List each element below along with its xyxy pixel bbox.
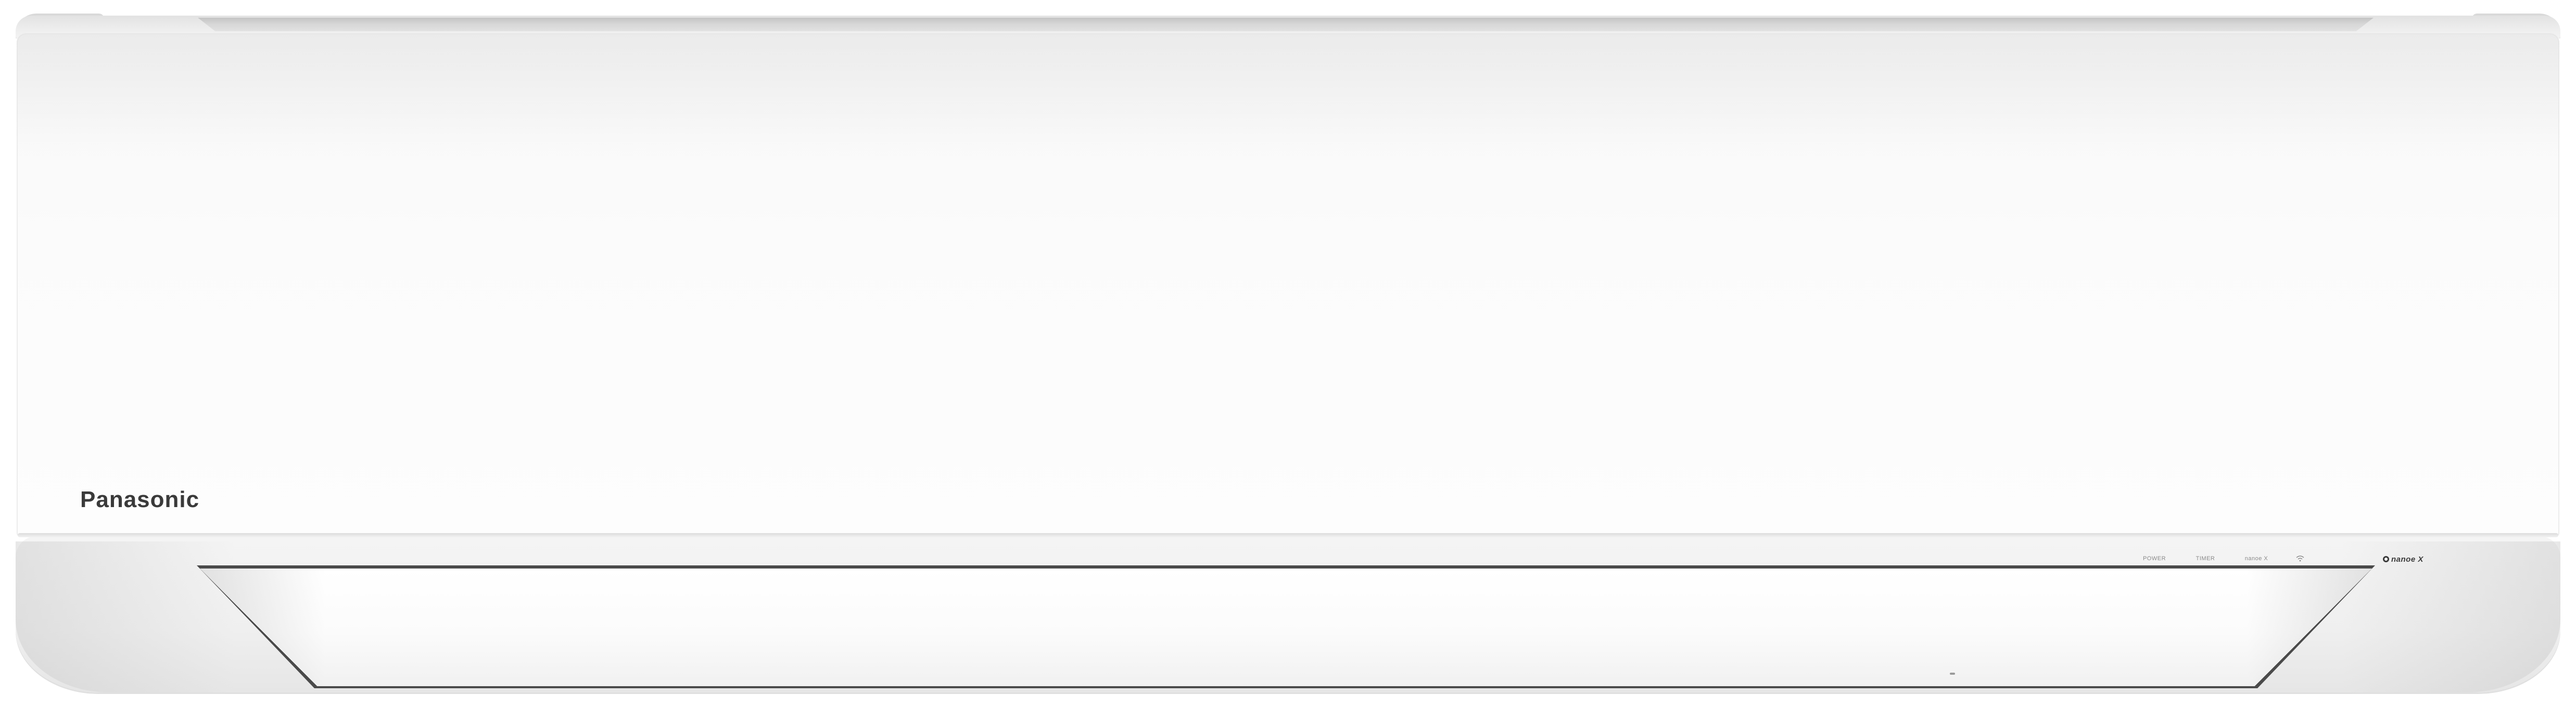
nanoe-icon — [2383, 556, 2389, 562]
lower-body-left-shade — [16, 541, 234, 692]
power-indicator: POWER — [2142, 556, 2166, 562]
nanoe-badge-text: nanoe X — [2391, 554, 2423, 564]
front-panel-sheen — [17, 33, 2559, 148]
wifi-icon — [2296, 556, 2304, 562]
air-outlet-louver — [200, 569, 2372, 686]
indicator-strip: POWER TIMER nanoe X — [2129, 551, 2318, 566]
receiver-sensor — [1950, 673, 1955, 675]
nanoe-x-badge: nanoe X — [2383, 553, 2423, 565]
nanoe-x-indicator: nanoe X — [2244, 556, 2268, 562]
timer-indicator: TIMER — [2196, 556, 2215, 562]
brand-logo: Panasonic — [80, 487, 200, 512]
top-air-intake-grille — [198, 18, 2374, 31]
wifi-indicator — [2282, 551, 2318, 566]
lower-body-right-shade — [2342, 541, 2560, 692]
panel-seam — [18, 533, 2558, 537]
front-panel — [17, 33, 2559, 536]
air-conditioner-indoor-unit: Panasonic POWER TIMER nanoe X nanoe X — [0, 0, 2576, 707]
